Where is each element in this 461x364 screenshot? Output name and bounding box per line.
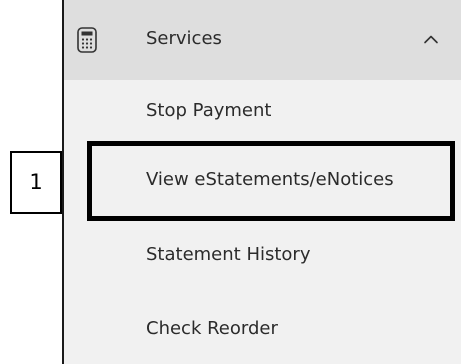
menu-item-stop-payment[interactable]: Stop Payment [146,99,271,123]
highlight-box [87,141,455,221]
step-callout: 1 [10,151,62,214]
menu-item-statement-history[interactable]: Statement History [146,243,310,267]
services-menu-header[interactable]: Services [64,0,461,80]
menu-item-check-reorder[interactable]: Check Reorder [146,317,278,341]
chevron-up-icon[interactable] [423,34,439,44]
calculator-icon [77,27,97,53]
services-label: Services [146,28,222,49]
